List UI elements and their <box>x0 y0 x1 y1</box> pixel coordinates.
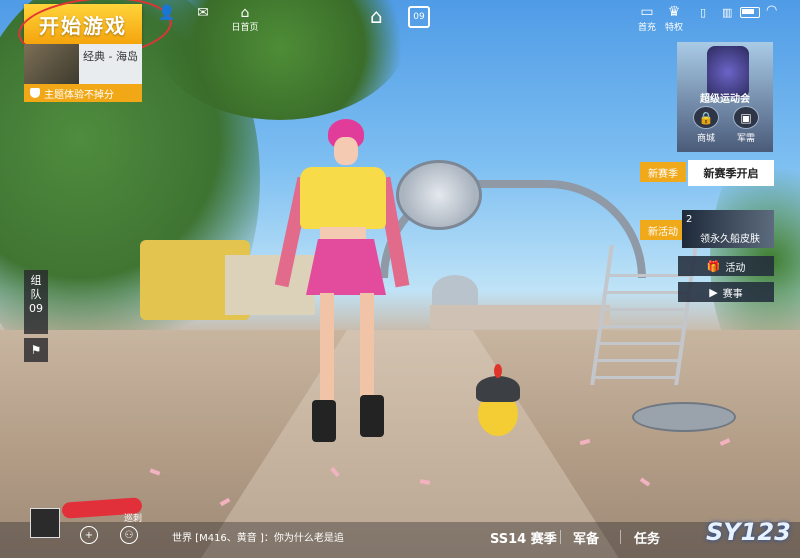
match-button[interactable]: ▶ 赛事 <box>678 282 774 302</box>
people-icon[interactable]: ⚇ <box>120 526 138 544</box>
person-icon: 👤 <box>158 5 176 21</box>
pet-plume <box>494 364 502 378</box>
battery-icon <box>740 7 760 18</box>
character-shirt <box>300 167 386 229</box>
season-nav-button[interactable]: SS14 赛季 <box>490 528 557 547</box>
nav-divider <box>560 530 561 544</box>
calendar-icon[interactable]: 09 <box>408 6 430 28</box>
promo-banner[interactable]: 超级运动会 🔒 商城 ▣ 军需 <box>677 42 773 152</box>
event-text: 领永久船皮肤 <box>700 234 760 245</box>
film-reel-plates <box>632 402 736 432</box>
mission-nav-button[interactable]: 任务 <box>634 528 660 547</box>
gift-box-icon: 🎁 <box>706 259 721 273</box>
event-count: 2 <box>686 214 693 225</box>
avatar[interactable] <box>30 508 60 538</box>
user-tag: 巡刺 <box>124 514 143 524</box>
activity-button[interactable]: 🎁 活动 <box>678 256 774 276</box>
friends-button[interactable]: 👤 <box>156 6 178 26</box>
arch-logo <box>396 160 482 230</box>
nav-divider <box>620 530 621 544</box>
new-event-tag: 新活动 <box>640 220 686 240</box>
chat-icon: ✉ <box>197 5 209 21</box>
character-waist <box>320 227 366 241</box>
player-character[interactable] <box>274 115 410 445</box>
privilege-button[interactable]: ♛ 特权 <box>665 4 683 33</box>
character-boot <box>312 400 336 442</box>
gift-icon: ▭ <box>640 4 654 20</box>
add-friend-icon[interactable]: + <box>80 526 98 544</box>
crate-icon: ▣ <box>733 106 759 129</box>
new-season-tag: 新赛季 <box>640 162 686 182</box>
flag-icon[interactable]: ⚑ <box>24 338 48 362</box>
signal-icon: ▥ <box>722 6 733 19</box>
bottom-bar <box>0 522 800 558</box>
mode-thumbnail <box>24 44 79 84</box>
character-skirt <box>306 239 386 295</box>
mail-button[interactable]: ⌂ 日首页 <box>230 5 260 33</box>
site-watermark: SY123 <box>706 518 791 546</box>
theme-note-text: 主题体验不掉分 <box>44 89 114 101</box>
new-event-banner[interactable]: 2 领永久船皮肤 <box>682 210 774 248</box>
promo-title: 超级运动会 <box>700 94 750 105</box>
recharge-button[interactable]: ▭ 首充 <box>638 4 656 33</box>
wifi-icon: ◠ <box>766 3 778 18</box>
shield-icon <box>30 88 40 98</box>
team-panel[interactable]: 组 队 09 <box>24 270 48 334</box>
character-leg <box>320 293 334 413</box>
pet-chick[interactable] <box>472 364 524 444</box>
pet-helmet <box>476 376 520 402</box>
mail-icon: ⌂ <box>240 5 250 21</box>
game-lobby-screen: 开始游戏 经典 - 海岛 主题体验不掉分 👤 ✉ ⌂ 日首页 ⌂ 09 ▭ 首充… <box>0 0 800 558</box>
mode-label: 经典 - 海岛 <box>83 50 138 63</box>
shop-button[interactable]: 🔒 商城 <box>691 106 721 144</box>
chat-button[interactable]: ✉ <box>192 6 214 26</box>
world-chat-line[interactable]: 世界 [M416、黄音 ]：你为什么老是追 <box>172 529 344 544</box>
mode-select-card[interactable]: 经典 - 海岛 <box>24 44 142 84</box>
back-wall <box>430 305 610 329</box>
dome-building <box>432 275 478 309</box>
arsenal-nav-button[interactable]: 军备 <box>573 528 599 547</box>
phone-icon: ▯ <box>700 6 707 19</box>
character-face <box>334 137 358 165</box>
new-season-banner[interactable]: 新赛季开启 <box>688 160 774 186</box>
crown-icon: ♛ <box>667 4 681 20</box>
theme-note-bar[interactable]: 主题体验不掉分 <box>24 84 142 102</box>
shop-bag-icon: 🔒 <box>693 106 719 129</box>
military-button[interactable]: ▣ 军需 <box>731 106 761 144</box>
character-boot <box>360 395 384 437</box>
play-screen-icon: ▶ <box>709 285 718 299</box>
home-icon[interactable]: ⌂ <box>370 4 383 28</box>
